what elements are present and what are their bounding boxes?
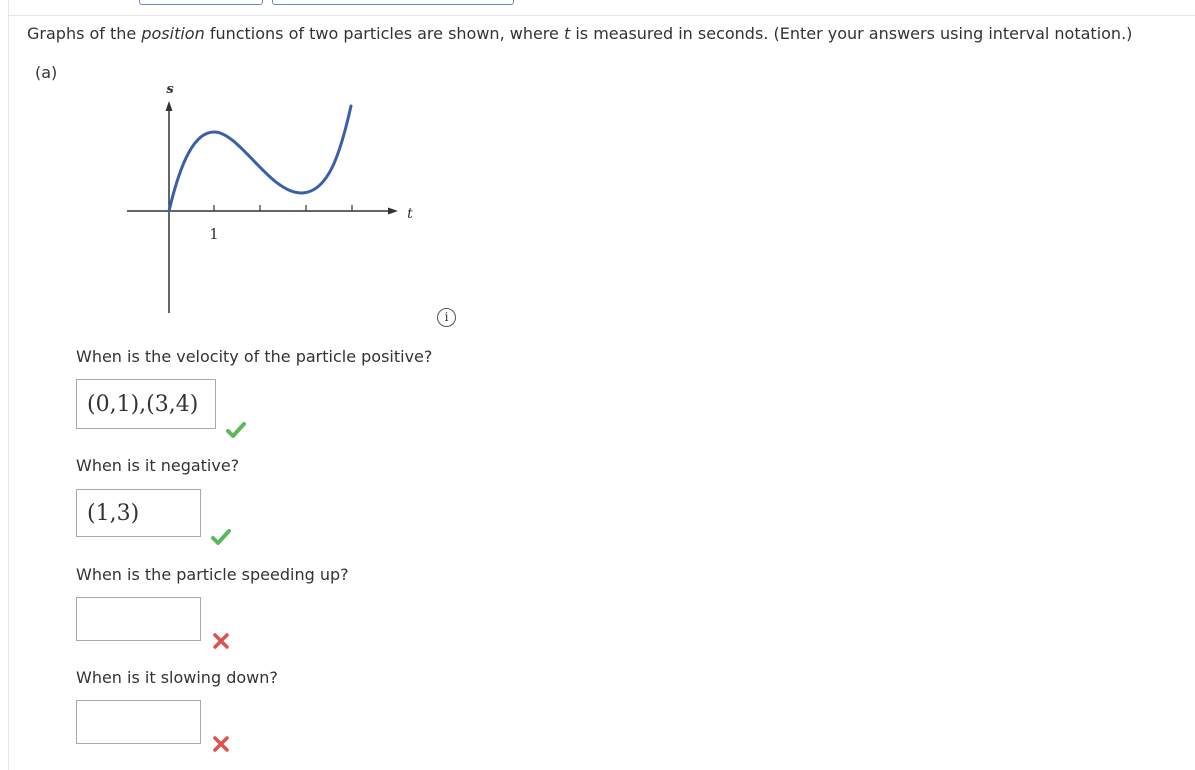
answer-velocity-positive-input[interactable]: (0,1),(3,4) [76,379,216,429]
question-velocity-negative: When is it negative? [76,456,240,475]
position-graph: s t 1 [127,82,413,313]
x-icon [213,736,229,752]
question-speeding-up: When is the particle speeding up? [76,565,349,584]
prompt-text: is measured in seconds. (Enter your answ… [570,24,1133,43]
answer-speeding-up-input[interactable] [76,597,201,641]
t-axis-arrow [388,207,398,215]
check-icon [211,529,231,545]
answer-slowing-down-input[interactable] [76,700,201,744]
x-icon [213,633,229,649]
s-axis-arrow [165,101,173,111]
question-slowing-down: When is it slowing down? [76,668,278,687]
check-icon [226,422,246,438]
t-axis-label: t [407,206,413,222]
question-velocity-positive: When is the velocity of the particle pos… [76,347,433,366]
s-axis-label: s [166,82,174,97]
position-curve [167,104,353,213]
tick-label-1: 1 [209,225,219,243]
answer-velocity-negative-input[interactable]: (1,3) [76,489,201,537]
info-icon[interactable]: i [437,308,456,327]
